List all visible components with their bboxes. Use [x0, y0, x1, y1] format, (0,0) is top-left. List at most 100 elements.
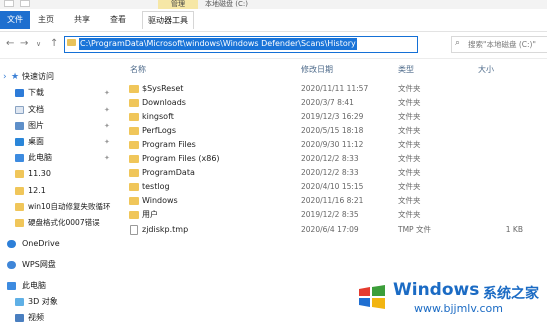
- document-icon: [15, 106, 24, 114]
- sidebar-item-label: 12.1: [28, 186, 46, 195]
- folder-icon: [129, 169, 139, 177]
- sidebar-item-label: 图片: [28, 121, 44, 130]
- file-name: zjdiskp.tmp: [142, 225, 189, 234]
- file-type: 文件夹: [398, 154, 421, 163]
- file-type: 文件夹: [398, 168, 421, 177]
- table-row[interactable]: Program Files 2020/9/30 11:12 文件夹: [126, 138, 547, 151]
- sidebar-item-label: WPS网盘: [22, 260, 56, 269]
- watermark-cn: 系统之家: [483, 286, 539, 302]
- sidebar-item-label: 此电脑: [22, 281, 46, 290]
- table-row[interactable]: ProgramData 2020/12/2 8:33 文件夹: [126, 166, 547, 179]
- computer-icon: [15, 154, 24, 162]
- file-type: 文件夹: [398, 196, 421, 205]
- pin-icon: ✦: [104, 154, 110, 162]
- manage-tab[interactable]: 管理: [158, 0, 198, 9]
- file-date: 2019/12/2 8:35: [301, 210, 359, 219]
- file-name: PerfLogs: [142, 126, 177, 135]
- table-row[interactable]: Downloads 2020/3/7 8:41 文件夹: [126, 96, 547, 109]
- tab-view[interactable]: 查看: [110, 11, 126, 29]
- sidebar-item-label: 视频: [28, 313, 44, 322]
- column-date[interactable]: 修改日期: [301, 62, 333, 78]
- table-row[interactable]: zjdiskp.tmp 2020/6/4 17:09 TMP 文件 1 KB: [126, 223, 547, 236]
- file-date: 2020/12/2 8:33: [301, 154, 359, 163]
- folder-icon: [129, 155, 139, 163]
- folder-icon: [15, 203, 24, 211]
- table-row[interactable]: testlog 2020/4/10 15:15 文件夹: [126, 180, 547, 193]
- tab-share[interactable]: 共享: [74, 11, 90, 29]
- sidebar-item-label: win10自动修复失败循环: [28, 202, 111, 211]
- file-date: 2019/12/3 16:29: [301, 112, 364, 121]
- window-title: 本地磁盘 (C:): [205, 0, 248, 8]
- search-placeholder[interactable]: 搜索"本地磁盘 (C:)": [468, 39, 536, 50]
- search-icon: ⌕: [455, 38, 461, 48]
- tab-home[interactable]: 主页: [38, 11, 54, 29]
- file-name: Program Files (x86): [142, 154, 220, 163]
- file-name: 用户: [142, 210, 158, 219]
- file-date: 2020/11/16 8:21: [301, 196, 364, 205]
- file-type: 文件夹: [398, 210, 421, 219]
- file-type: TMP 文件: [398, 225, 431, 234]
- up-button[interactable]: ↑: [50, 38, 58, 50]
- folder-icon: [129, 141, 139, 149]
- file-type: 文件夹: [398, 140, 421, 149]
- table-row[interactable]: PerfLogs 2020/5/15 18:18 文件夹: [126, 124, 547, 137]
- title-bar: [0, 0, 547, 9]
- desktop-icon: [15, 138, 24, 146]
- file-date: 2020/5/15 18:18: [301, 126, 364, 135]
- table-row[interactable]: 用户 2019/12/2 8:35 文件夹: [126, 208, 547, 221]
- windows-logo-icon: [359, 285, 385, 309]
- folder-icon: [15, 170, 24, 178]
- column-name[interactable]: 名称: [130, 62, 146, 78]
- column-size[interactable]: 大小: [478, 62, 494, 78]
- cube-icon: [15, 298, 24, 306]
- file-type: 文件夹: [398, 112, 421, 121]
- folder-icon: [15, 187, 24, 195]
- file-icon: [130, 225, 138, 235]
- tab-file[interactable]: 文件: [0, 11, 30, 29]
- table-row[interactable]: Windows 2020/11/16 8:21 文件夹: [126, 194, 547, 207]
- table-row[interactable]: kingsoft 2019/12/3 16:29 文件夹: [126, 110, 547, 123]
- file-date: 2020/11/11 11:57: [301, 84, 369, 93]
- file-type: 文件夹: [398, 84, 421, 93]
- quick-access-save-icon[interactable]: [4, 0, 14, 7]
- folder-icon: [129, 183, 139, 191]
- recent-locations-button[interactable]: ∨: [36, 38, 41, 50]
- star-icon: ★: [11, 72, 20, 82]
- cloud-icon: [7, 240, 16, 248]
- file-date: 2020/12/2 8:33: [301, 168, 359, 177]
- file-size: 1 KB: [505, 225, 523, 234]
- table-row[interactable]: $SysReset 2020/11/11 11:57 文件夹: [126, 82, 547, 95]
- video-icon: [15, 314, 24, 322]
- picture-icon: [15, 122, 24, 130]
- sidebar-item-label: 快速访问: [22, 72, 54, 81]
- folder-icon: [129, 197, 139, 205]
- folder-icon: [15, 219, 24, 227]
- sidebar-item-label: 下载: [28, 88, 44, 97]
- folder-icon: [129, 113, 139, 121]
- file-name: Downloads: [142, 98, 186, 107]
- pin-icon: ✦: [104, 89, 110, 97]
- back-button[interactable]: ←: [6, 38, 14, 50]
- column-type[interactable]: 类型: [398, 62, 414, 78]
- sidebar-item-label: 11.30: [28, 169, 51, 178]
- folder-icon: [129, 211, 139, 219]
- pin-icon: ✦: [104, 106, 110, 114]
- column-headers: 名称 修改日期 类型 大小: [120, 62, 547, 78]
- address-path[interactable]: C:\ProgramData\Microsoft\windows\Windows…: [79, 38, 357, 50]
- sidebar-item-label: 此电脑: [28, 153, 52, 162]
- watermark-brand: Windows: [393, 280, 480, 300]
- tab-drive-tools[interactable]: 驱动器工具: [142, 11, 194, 29]
- file-name: kingsoft: [142, 112, 174, 121]
- forward-button[interactable]: →: [20, 38, 28, 50]
- quick-access-check-icon[interactable]: [20, 0, 30, 7]
- download-icon: [15, 89, 24, 97]
- folder-icon: [129, 85, 139, 93]
- wps-cloud-icon: [7, 261, 16, 269]
- file-type: 文件夹: [398, 182, 421, 191]
- file-name: ProgramData: [142, 168, 195, 177]
- table-row[interactable]: Program Files (x86) 2020/12/2 8:33 文件夹: [126, 152, 547, 165]
- folder-icon: [129, 99, 139, 107]
- file-date: 2020/9/30 11:12: [301, 140, 364, 149]
- folder-icon: [129, 127, 139, 135]
- file-date: 2020/3/7 8:41: [301, 98, 354, 107]
